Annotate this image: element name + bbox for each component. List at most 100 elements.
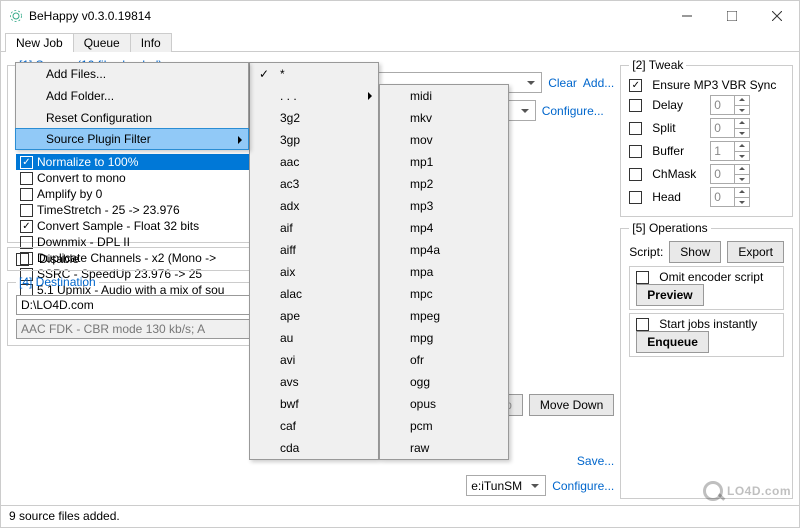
source-context-menu[interactable]: Add Files... Add Folder... Reset Configu… bbox=[15, 62, 249, 150]
configure-link-2[interactable]: Configure... bbox=[552, 479, 614, 493]
tweak-group: [2] Tweak Ensure MP3 VBR Sync Delay0Spli… bbox=[620, 58, 793, 217]
ext-item[interactable]: aac bbox=[250, 151, 378, 173]
show-button[interactable]: Show bbox=[669, 241, 721, 263]
ext-item[interactable]: mov bbox=[380, 129, 508, 151]
add-link[interactable]: Add... bbox=[583, 76, 614, 90]
disable-label: Disable bbox=[39, 252, 79, 266]
ext-item[interactable]: mkv bbox=[380, 107, 508, 129]
magnifier-icon bbox=[703, 481, 723, 501]
ext-item[interactable]: bwf bbox=[250, 393, 378, 415]
ext-item[interactable]: ogg bbox=[380, 371, 508, 393]
dsp-label: Normalize to 100% bbox=[37, 155, 138, 169]
tweak-checkbox[interactable] bbox=[629, 122, 642, 135]
dsp-label: TimeStretch - 25 -> 23.976 bbox=[37, 203, 180, 217]
tweak-legend: [2] Tweak bbox=[629, 58, 686, 72]
move-down-button[interactable]: Move Down bbox=[529, 394, 614, 416]
ext-item[interactable]: mpeg bbox=[380, 305, 508, 327]
itunsm-combo[interactable]: e:iTunSM bbox=[466, 475, 546, 496]
plugin-filter-submenu-2[interactable]: midimkvmovmp1mp2mp3mp4mp4ampampcmpegmpgo… bbox=[379, 84, 509, 460]
menu-source-plugin-filter[interactable]: Source Plugin Filter bbox=[15, 128, 249, 150]
start-jobs-checkbox[interactable] bbox=[636, 318, 649, 331]
ext-item[interactable]: raw bbox=[380, 437, 508, 459]
operations-group: [5] Operations Script: Show Export Omit … bbox=[620, 221, 793, 499]
tweak-label: Split bbox=[652, 121, 704, 135]
watermark: LO4D.com bbox=[703, 481, 791, 501]
tweak-checkbox[interactable] bbox=[629, 145, 642, 158]
ext-all[interactable]: ✓ * bbox=[250, 63, 378, 85]
ext-item[interactable]: aiff bbox=[250, 239, 378, 261]
tweak-spin[interactable]: 0 bbox=[710, 187, 750, 207]
tweak-spin[interactable]: 0 bbox=[710, 118, 750, 138]
ext-item[interactable]: cda bbox=[250, 437, 378, 459]
ext-item[interactable]: 3g2 bbox=[250, 107, 378, 129]
omit-encoder-checkbox[interactable] bbox=[636, 271, 649, 284]
plugin-filter-submenu-1[interactable]: ✓ * . . . 3g23gpaacac3adxaifaiffaixalaca… bbox=[249, 62, 379, 460]
enqueue-box: Start jobs instantly Enqueue bbox=[629, 313, 784, 357]
dsp-checkbox[interactable] bbox=[20, 156, 33, 169]
ext-item[interactable]: opus bbox=[380, 393, 508, 415]
dsp-checkbox[interactable] bbox=[20, 220, 33, 233]
ext-item[interactable]: pcm bbox=[380, 415, 508, 437]
ext-item[interactable]: mpa bbox=[380, 261, 508, 283]
close-button[interactable] bbox=[754, 1, 799, 31]
operations-legend: [5] Operations bbox=[629, 221, 710, 235]
ext-item[interactable]: adx bbox=[250, 195, 378, 217]
export-button[interactable]: Export bbox=[727, 241, 784, 263]
ext-item[interactable]: mp4 bbox=[380, 217, 508, 239]
chevron-right-icon bbox=[368, 92, 372, 100]
ext-item[interactable]: aix bbox=[250, 261, 378, 283]
omit-encoder-label: Omit encoder script bbox=[659, 270, 763, 284]
ext-item[interactable]: caf bbox=[250, 415, 378, 437]
dsp-checkbox[interactable] bbox=[20, 188, 33, 201]
menu-add-folder[interactable]: Add Folder... bbox=[16, 85, 248, 107]
tweak-spin[interactable]: 0 bbox=[710, 164, 750, 184]
ext-item[interactable]: mp4a bbox=[380, 239, 508, 261]
ext-item[interactable]: au bbox=[250, 327, 378, 349]
menu-add-files[interactable]: Add Files... bbox=[16, 63, 248, 85]
dsp-checkbox[interactable] bbox=[20, 204, 33, 217]
save-link[interactable]: Save... bbox=[577, 454, 614, 468]
tab-queue[interactable]: Queue bbox=[73, 33, 131, 52]
tab-new-job[interactable]: New Job bbox=[5, 33, 74, 52]
ext-item[interactable]: alac bbox=[250, 283, 378, 305]
tweak-checkbox[interactable] bbox=[629, 168, 642, 181]
menu-reset-config[interactable]: Reset Configuration bbox=[16, 107, 248, 129]
ext-more[interactable]: . . . bbox=[250, 85, 378, 107]
ext-item[interactable]: avs bbox=[250, 371, 378, 393]
ext-item[interactable]: mpc bbox=[380, 283, 508, 305]
enqueue-button[interactable]: Enqueue bbox=[636, 331, 709, 353]
tweak-label: Head bbox=[652, 190, 704, 204]
ext-item[interactable]: mpg bbox=[380, 327, 508, 349]
ext-item[interactable]: ac3 bbox=[250, 173, 378, 195]
app-icon bbox=[9, 9, 23, 23]
dsp-label: Convert Sample - Float 32 bits bbox=[37, 219, 199, 233]
ext-item[interactable]: aif bbox=[250, 217, 378, 239]
preview-button[interactable]: Preview bbox=[636, 284, 703, 306]
ext-item[interactable]: 3gp bbox=[250, 129, 378, 151]
disable-checkbox[interactable] bbox=[16, 253, 29, 266]
tab-info[interactable]: Info bbox=[130, 33, 172, 52]
dsp-checkbox[interactable] bbox=[20, 172, 33, 185]
ext-item[interactable]: mp3 bbox=[380, 195, 508, 217]
ext-item[interactable]: ofr bbox=[380, 349, 508, 371]
ext-item[interactable]: midi bbox=[380, 85, 508, 107]
ensure-vbr-checkbox[interactable] bbox=[629, 79, 642, 92]
tweak-checkbox[interactable] bbox=[629, 191, 642, 204]
tweak-checkbox[interactable] bbox=[629, 99, 642, 112]
clear-link[interactable]: Clear bbox=[548, 76, 577, 90]
ext-item[interactable]: avi bbox=[250, 349, 378, 371]
tweak-label: ChMask bbox=[652, 167, 704, 181]
tweak-spin[interactable]: 0 bbox=[710, 95, 750, 115]
maximize-button[interactable] bbox=[709, 1, 754, 31]
minimize-button[interactable] bbox=[664, 1, 709, 31]
script-label: Script: bbox=[629, 245, 663, 259]
destination-legend: [4] Destination bbox=[16, 275, 99, 289]
ext-item[interactable]: mp2 bbox=[380, 173, 508, 195]
configure-link-1[interactable]: Configure... bbox=[542, 104, 604, 118]
preview-box: Omit encoder script Preview bbox=[629, 266, 784, 310]
start-jobs-label: Start jobs instantly bbox=[659, 317, 757, 331]
tweak-spin[interactable]: 1 bbox=[710, 141, 750, 161]
ext-item[interactable]: mp1 bbox=[380, 151, 508, 173]
window-title: BeHappy v0.3.0.19814 bbox=[29, 9, 664, 23]
ext-item[interactable]: ape bbox=[250, 305, 378, 327]
